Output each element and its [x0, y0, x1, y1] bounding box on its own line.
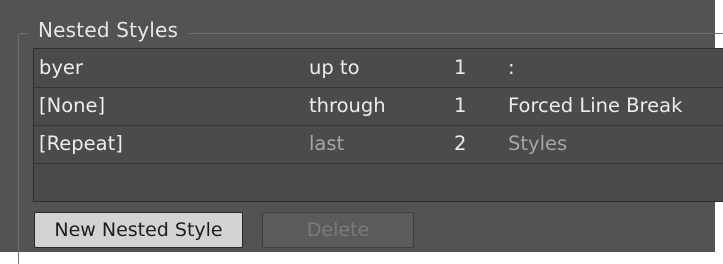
count-cell[interactable]: 2 [454, 125, 466, 163]
table-row[interactable]: byer up to 1 : [34, 49, 723, 88]
mode-cell[interactable]: through [309, 87, 386, 125]
table-row[interactable]: [Repeat] last 2 Styles [34, 125, 723, 164]
delimiter-cell[interactable]: Styles [508, 125, 567, 163]
mode-cell[interactable]: up to [309, 49, 360, 87]
dialog-panel: Nested Styles byer up to 1 : [None] thro… [0, 0, 723, 264]
style-cell[interactable]: byer [39, 49, 83, 87]
mode-cell[interactable]: last [309, 125, 344, 163]
nested-styles-table[interactable]: byer up to 1 : [None] through 1 Forced L… [33, 48, 723, 202]
new-nested-style-button[interactable]: New Nested Style [34, 212, 243, 248]
count-cell[interactable]: 1 [454, 49, 466, 87]
style-cell[interactable]: [Repeat] [39, 125, 123, 163]
group-title: Nested Styles [28, 16, 189, 44]
style-cell[interactable]: [None] [39, 87, 105, 125]
delete-button[interactable]: Delete [262, 212, 414, 248]
delimiter-cell[interactable]: Forced Line Break [508, 87, 682, 125]
delimiter-cell[interactable]: : [508, 49, 515, 87]
count-cell[interactable]: 1 [454, 87, 466, 125]
table-row[interactable]: [None] through 1 Forced Line Break [34, 87, 723, 126]
